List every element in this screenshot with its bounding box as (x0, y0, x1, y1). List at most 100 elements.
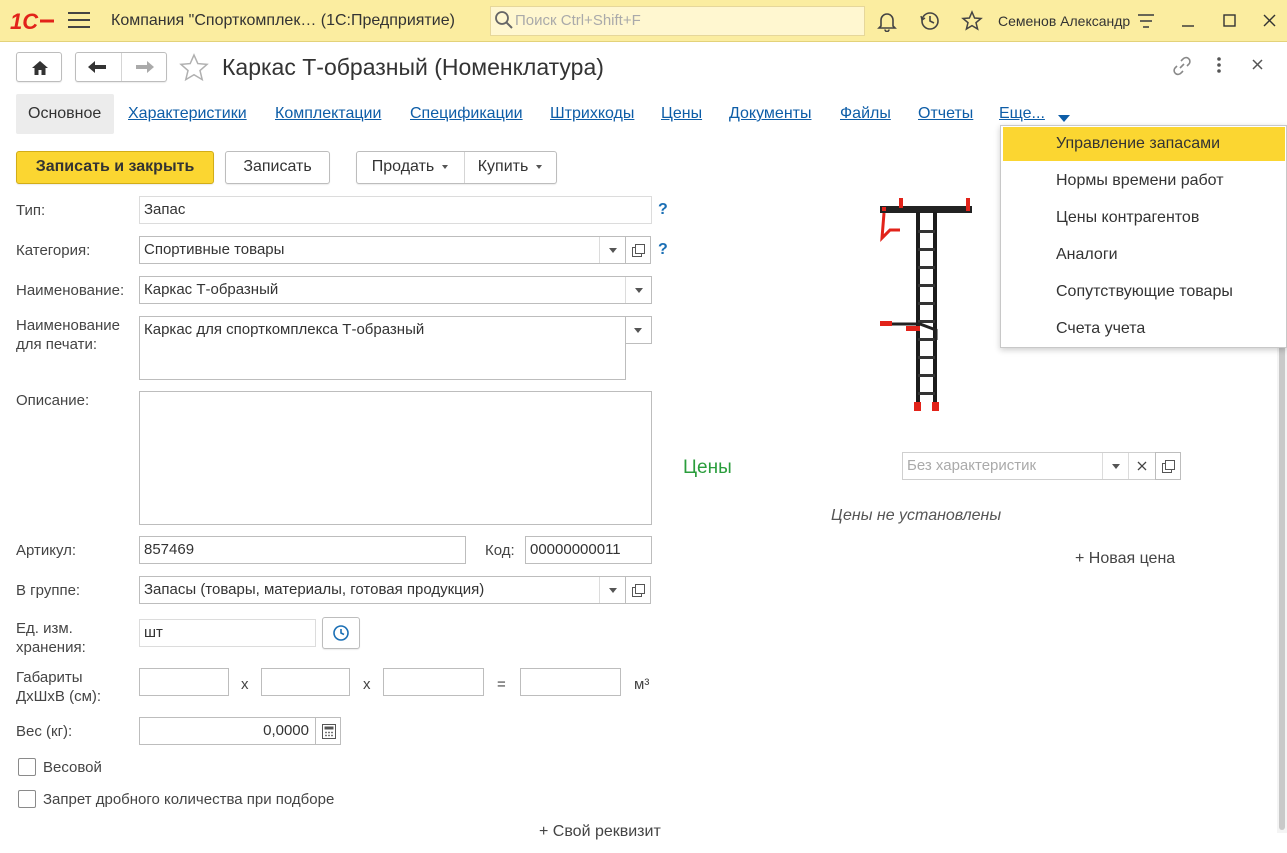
name-label: Наименование: (16, 282, 125, 299)
category-label: Категория: (16, 242, 91, 259)
main-menu-icon[interactable] (68, 12, 90, 30)
tab-reports[interactable]: Отчеты (918, 105, 973, 123)
print-name-input[interactable]: Каркас для спорткомплекса Т-образный (139, 316, 626, 380)
height-input[interactable] (383, 668, 484, 696)
tab-files[interactable]: Файлы (840, 105, 891, 123)
close-form-icon[interactable] (1249, 56, 1267, 74)
minimize-icon[interactable] (1177, 10, 1199, 32)
weighed-checkbox[interactable] (18, 758, 36, 776)
scrollbar-thumb[interactable] (1279, 344, 1285, 830)
group-field[interactable]: Запасы (товары, материалы, готовая проду… (139, 576, 626, 604)
code-label: Код: (485, 542, 515, 559)
article-input[interactable]: 857469 (139, 536, 466, 564)
save-close-button[interactable]: Записать и закрыть (16, 151, 214, 184)
menu-item-analogs[interactable]: Аналоги (1056, 246, 1118, 264)
article-label: Артикул: (16, 542, 77, 559)
1c-logo[interactable]: 1С (10, 9, 56, 34)
open-icon (632, 244, 645, 257)
characteristic-clear-icon[interactable] (1128, 453, 1154, 479)
tab-documents[interactable]: Документы (729, 105, 811, 123)
history-icon[interactable] (919, 10, 941, 32)
sell-label: Продать (371, 158, 435, 175)
weighed-label[interactable]: Весовой (43, 758, 102, 777)
tab-barcodes[interactable]: Штрихкоды (550, 105, 634, 123)
weight-input[interactable]: 0,0000 (139, 717, 316, 745)
tab-osnovnoe-label[interactable]: Основное (28, 105, 101, 123)
sell-caret-icon (442, 164, 449, 169)
menu-item-stock-management[interactable]: Управление запасами (1056, 135, 1220, 153)
sell-button[interactable]: Продать (357, 152, 463, 183)
menu-item-related-goods[interactable]: Сопутствующие товары (1056, 283, 1233, 301)
buy-button[interactable]: Купить (464, 152, 556, 183)
prices-title: Цены (683, 457, 732, 478)
unit-history-button[interactable] (322, 617, 360, 649)
clock-history-icon (333, 625, 349, 641)
volume-unit: м³ (634, 676, 650, 693)
no-fraction-label[interactable]: Запрет дробного количества при подборе (43, 790, 334, 809)
product-image[interactable] (870, 190, 980, 415)
length-input[interactable] (139, 668, 229, 696)
more-caret-icon[interactable] (1057, 110, 1071, 122)
code-input[interactable]: 00000000011 (525, 536, 652, 564)
open-icon (1162, 460, 1175, 473)
tab-characteristics[interactable]: Характеристики (128, 105, 247, 123)
characteristic-dropdown-icon[interactable] (1102, 453, 1128, 479)
close-window-icon[interactable] (1259, 10, 1281, 32)
name-dropdown-icon[interactable] (625, 277, 651, 303)
type-help-icon[interactable]: ? (658, 201, 668, 219)
home-icon (32, 61, 48, 75)
name-input[interactable]: Каркас Т-образный (139, 276, 652, 304)
characteristic-open-button[interactable] (1155, 452, 1181, 480)
unit-label: Ед. изм. хранения: (16, 620, 86, 656)
menu-item-counterparty-prices[interactable]: Цены контрагентов (1056, 209, 1199, 227)
settings-lines-icon[interactable] (1135, 10, 1157, 32)
tab-more[interactable]: Еще... (999, 105, 1045, 123)
dims-eq: = (497, 676, 506, 693)
tab-kits[interactable]: Комплектации (275, 105, 381, 123)
tab-prices[interactable]: Цены (661, 105, 702, 123)
print-name-dropdown-icon[interactable] (625, 317, 651, 343)
width-input[interactable] (261, 668, 350, 696)
category-dropdown-icon[interactable] (599, 237, 625, 263)
description-label: Описание: (16, 392, 90, 409)
page-title: Каркас Т-образный (Номенклатура) (222, 54, 604, 80)
forward-arrow-icon[interactable] (132, 58, 156, 76)
calculator-button[interactable] (315, 717, 341, 745)
type-label: Тип: (16, 202, 46, 219)
menu-item-work-time-norms[interactable]: Нормы времени работ (1056, 172, 1224, 190)
search-icon (494, 10, 514, 30)
new-price-link[interactable]: + Новая цена (1075, 550, 1175, 568)
home-button[interactable] (16, 52, 62, 82)
unit-field[interactable]: шт (139, 619, 316, 647)
group-dropdown-icon[interactable] (599, 577, 625, 603)
weight-label: Вес (кг): (16, 723, 73, 740)
more-actions-icon[interactable] (1210, 55, 1228, 77)
group-open-button[interactable] (625, 576, 651, 604)
maximize-icon[interactable] (1219, 10, 1241, 32)
favorites-star-icon[interactable] (961, 10, 983, 32)
link-icon[interactable] (1171, 55, 1193, 77)
print-name-label: Наименование для печати: (16, 317, 120, 353)
buy-label: Купить (477, 158, 529, 175)
calculator-icon (322, 724, 336, 739)
dims-x-1: x (241, 676, 249, 693)
prices-empty-text: Цены не установлены (831, 507, 1002, 524)
favorite-star-icon[interactable] (178, 52, 210, 84)
user-name[interactable]: Семенов Александр (998, 13, 1130, 29)
tab-specifications[interactable]: Спецификации (410, 105, 523, 123)
category-help-icon[interactable]: ? (658, 241, 668, 259)
custom-attr-link[interactable]: + Свой реквизит (539, 822, 661, 841)
bell-icon[interactable] (876, 10, 898, 33)
volume-input[interactable] (520, 668, 621, 696)
buy-caret-icon (536, 164, 543, 169)
save-button[interactable]: Записать (225, 151, 330, 184)
dims-label: Габариты ДхШхВ (см): (16, 669, 102, 705)
description-input[interactable] (139, 391, 652, 525)
category-field[interactable]: Спортивные товары (139, 236, 626, 264)
no-fraction-checkbox[interactable] (18, 790, 36, 808)
menu-item-accounts[interactable]: Счета учета (1056, 320, 1145, 338)
category-open-button[interactable] (625, 236, 651, 264)
open-icon (632, 584, 645, 597)
back-arrow-icon[interactable] (86, 58, 110, 76)
group-label: В группе: (16, 582, 81, 599)
